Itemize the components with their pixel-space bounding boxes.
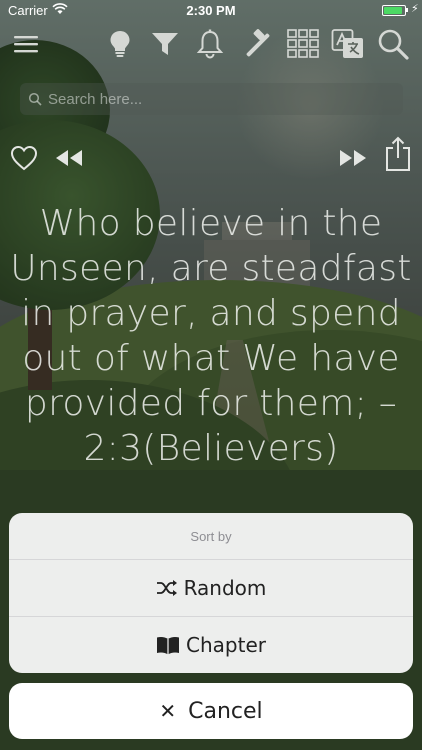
translate-icon[interactable] xyxy=(328,22,368,66)
cancel-label: Cancel xyxy=(188,698,263,724)
filter-icon[interactable] xyxy=(145,22,185,66)
close-icon: ✕ xyxy=(159,699,177,723)
sort-chapter-button[interactable]: Chapter xyxy=(9,617,413,673)
shuffle-icon xyxy=(156,579,178,597)
grid-icon[interactable] xyxy=(283,22,323,66)
sort-random-label: Random xyxy=(183,576,267,600)
rewind-icon[interactable] xyxy=(52,140,86,176)
cancel-button[interactable]: ✕ Cancel xyxy=(9,683,413,739)
heart-icon[interactable] xyxy=(8,140,40,176)
menu-icon[interactable] xyxy=(6,22,46,66)
sheet-title: Sort by xyxy=(190,528,232,544)
toolbar xyxy=(0,22,422,68)
sort-chapter-label: Chapter xyxy=(186,633,266,657)
search-input[interactable] xyxy=(48,90,378,108)
share-icon[interactable] xyxy=(382,136,414,172)
sort-action-sheet: Sort by Random Chapter xyxy=(9,513,413,673)
battery-fill xyxy=(384,7,402,14)
gavel-icon[interactable] xyxy=(236,22,276,66)
verse-text: Who believe in the Unseen, are steadfast… xyxy=(10,203,412,469)
status-bar: Carrier 2:30 PM ⚡ xyxy=(0,0,422,20)
clock: 2:30 PM xyxy=(186,3,236,18)
charging-icon: ⚡ xyxy=(411,2,419,15)
search-toolbar-icon[interactable] xyxy=(373,22,413,66)
book-icon xyxy=(156,635,180,655)
fast-forward-icon[interactable] xyxy=(336,140,370,176)
search-bar[interactable] xyxy=(20,83,403,115)
search-icon xyxy=(28,92,42,106)
battery-icon xyxy=(382,5,406,16)
battery-cap xyxy=(406,8,408,12)
lightbulb-icon[interactable] xyxy=(100,22,140,66)
sort-random-button[interactable]: Random xyxy=(9,560,413,616)
bell-icon[interactable] xyxy=(190,22,230,66)
